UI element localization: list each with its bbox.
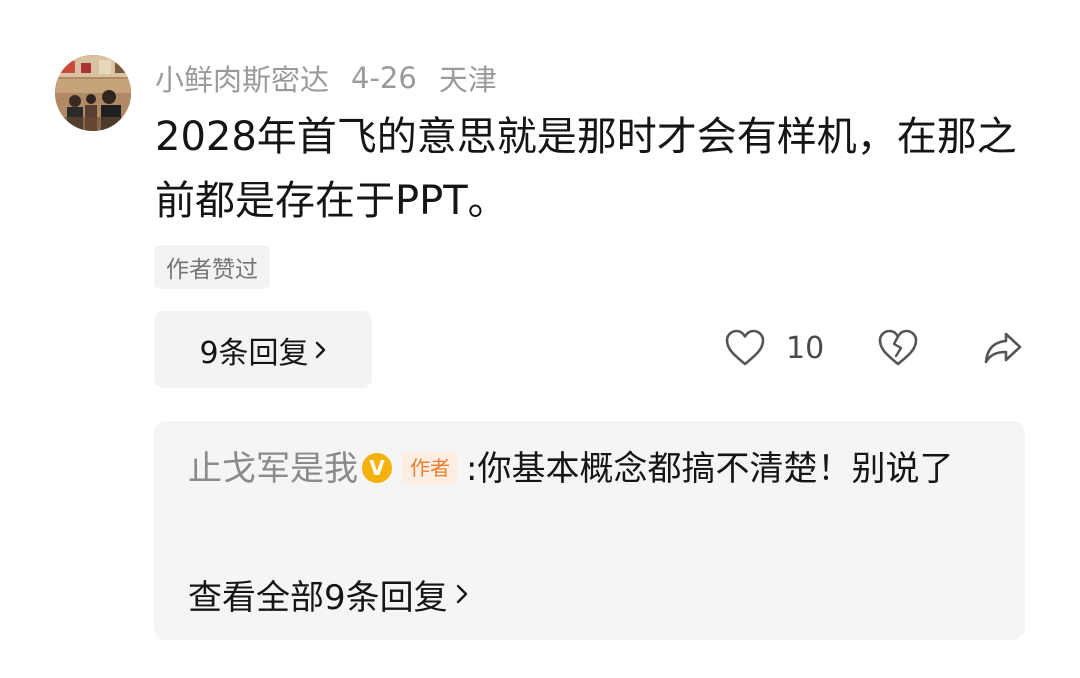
avatar[interactable] [55, 55, 131, 131]
broken-heart-icon [878, 329, 918, 366]
reply-username[interactable]: 止戈军是我 [188, 449, 358, 489]
chevron-right-icon [315, 341, 325, 358]
reply-text: 你基本概念都搞不清楚！别说了 [477, 449, 954, 489]
replies-label: 9条回复 [199, 335, 309, 371]
view-all-replies-link[interactable]: 查看全部9条回复 [188, 569, 468, 619]
comment-date: 4-26 [351, 61, 417, 95]
reply-preview[interactable]: 止戈军是我 V 作者:你基本概念都搞不清楚！别说了 查看全部9条回复 [154, 421, 1025, 640]
comment-meta: 小鲜肉斯密达 4-26 天津 [155, 58, 497, 98]
replies-button[interactable]: 9条回复 [154, 311, 372, 388]
chevron-right-icon [456, 584, 467, 604]
like-button[interactable]: 10 [724, 328, 824, 368]
reply-first-line: 止戈军是我 V 作者:你基本概念都搞不清楚！别说了 [188, 441, 988, 497]
reply-colon: : [466, 449, 478, 489]
avatar-photo-icon [55, 55, 131, 131]
dislike-button[interactable] [877, 328, 919, 372]
verified-badge-icon: V [362, 452, 392, 483]
like-count: 10 [786, 330, 825, 366]
author-tag: 作者 [402, 451, 458, 484]
comment-username[interactable]: 小鲜肉斯密达 [155, 57, 329, 99]
heart-outline-icon [725, 329, 765, 366]
share-arrow-icon [984, 332, 1022, 364]
share-button[interactable] [982, 328, 1024, 372]
comment-text[interactable]: 2028年首飞的意思就是那时才会有样机，在那之前都是存在于PPT。 [155, 105, 1035, 233]
view-all-label: 查看全部9条回复 [188, 577, 448, 618]
comment-location: 天津 [438, 63, 497, 97]
author-liked-badge: 作者赞过 [154, 245, 270, 289]
